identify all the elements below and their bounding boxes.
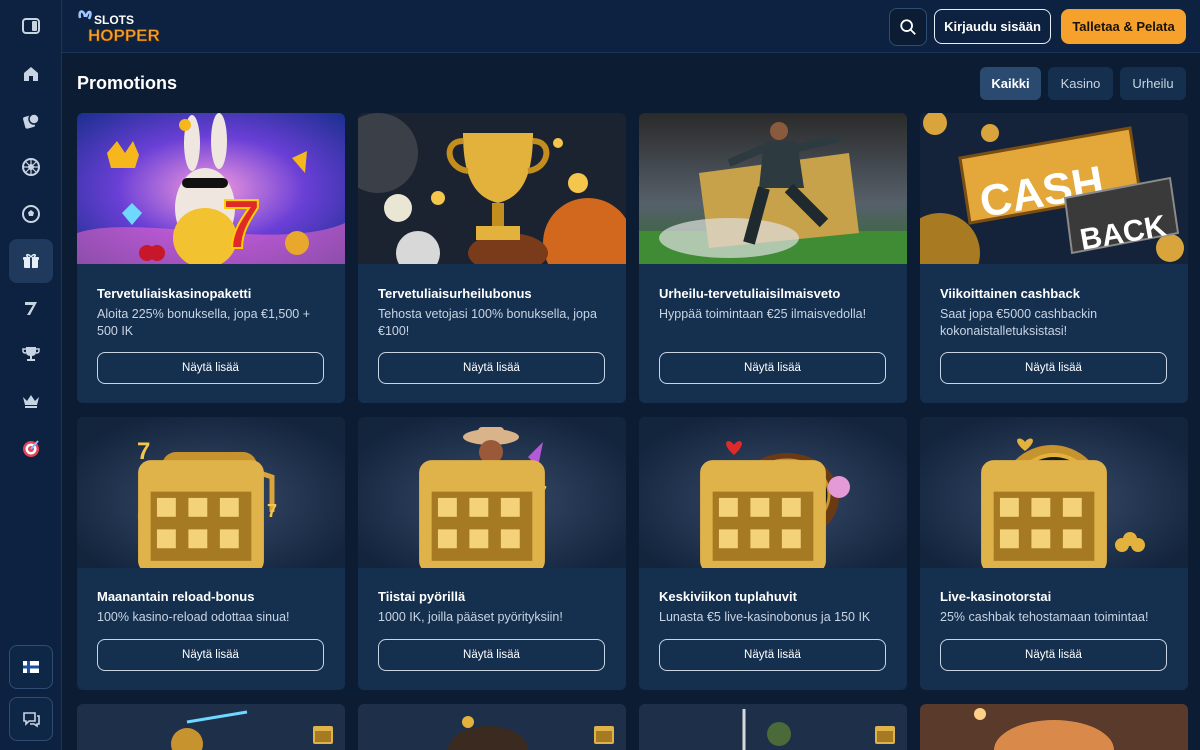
card-description: Aloita 225% bonuksella, jopa €1,500 + 50… (97, 307, 311, 338)
show-more-button[interactable]: Näytä lisää (659, 352, 886, 384)
target-icon[interactable] (9, 426, 53, 470)
finland-flag-icon[interactable] (9, 645, 53, 689)
roulette-icon[interactable] (9, 145, 53, 189)
show-more-button[interactable]: Näytä lisää (659, 639, 886, 671)
card-title: Tervetuliaisurheilubonus (378, 286, 532, 301)
promo-card[interactable]: 7 Tervetuliaiskasinopaketti Aloita 225% … (77, 113, 345, 403)
card-title: Maanantain reload-bonus (97, 589, 255, 604)
gift-icon[interactable] (9, 239, 53, 283)
promo-card-partial[interactable] (358, 704, 626, 750)
promo-image-partial (77, 704, 345, 750)
show-more-button[interactable]: Näytä lisää (378, 639, 605, 671)
slot-machine-image: 777 7 7 (77, 417, 345, 568)
trophy-icon[interactable] (9, 332, 53, 376)
promo-card[interactable]: Keskiviikon tuplahuvit Lunasta €5 live-k… (639, 417, 907, 690)
logo-bottom-text: HOPPER (88, 26, 160, 44)
show-more-button[interactable]: Näytä lisää (940, 639, 1167, 671)
promo-card-partial[interactable] (639, 704, 907, 750)
calendar-icon (138, 460, 264, 568)
promo-image-partial (639, 704, 907, 750)
filter-casino-button[interactable]: Kasino (1048, 67, 1113, 100)
calendar-icon (419, 460, 545, 568)
slotshopper-logo[interactable]: SLOTS HOPPER (76, 8, 172, 45)
card-title: Viikoittainen cashback (940, 286, 1080, 301)
promo-card[interactable]: Live-kasinotorstai 25% cashbak tehostama… (920, 417, 1188, 690)
card-description: 25% cashbak tehostamaan toimintaa! (940, 610, 1149, 624)
promo-card[interactable]: CASH BACK Viikoittainen cashback Saat jo… (920, 113, 1188, 403)
filter-all-button[interactable]: Kaikki (980, 67, 1041, 100)
home-icon[interactable] (9, 52, 53, 96)
calendar-icon (981, 460, 1107, 568)
login-button[interactable]: Kirjaudu sisään (934, 9, 1051, 44)
page-title: Promotions (77, 73, 178, 93)
card-title: Live-kasinotorstai (940, 589, 1052, 604)
card-title: Tiistai pyörillä (378, 589, 466, 604)
logo-top-text: SLOTS (94, 13, 134, 27)
calendar-icon (700, 460, 826, 568)
filter-sports-button[interactable]: Urheilu (1120, 67, 1186, 100)
search-icon (900, 19, 916, 35)
top-header: SLOTS HOPPER Kirjaudu sisään Talletaa & … (62, 0, 1200, 53)
promo-image-partial (358, 704, 626, 750)
cowboy-image: 7 7 (358, 417, 626, 568)
calendar-icon (875, 726, 895, 744)
card-description: 1000 IK, joilla pääset pyörityksiin! (378, 610, 563, 624)
chat-icon[interactable] (9, 697, 53, 741)
roulette-wheel-image (639, 417, 907, 568)
trophy-cup-image (358, 113, 626, 264)
card-title: Urheilu-tervetuliaisilmaisveto (659, 286, 841, 301)
calendar-icon (594, 726, 614, 744)
casino-chip-icon[interactable] (9, 99, 53, 143)
cashback-sign-image: CASH BACK (920, 113, 1188, 264)
promo-card[interactable]: Urheilu-tervetuliaisilmaisveto Hyppää to… (639, 113, 907, 403)
promo-card-partial[interactable] (77, 704, 345, 750)
deposit-play-button[interactable]: Talletaa & Pelata (1061, 9, 1186, 44)
promo-card[interactable]: 777 7 7 Maanantain reload-bonus 100% kas… (77, 417, 345, 690)
show-more-button[interactable]: Näytä lisää (378, 352, 605, 384)
football-player-image (639, 113, 907, 264)
show-more-button[interactable]: Näytä lisää (97, 352, 324, 384)
sidebar (0, 0, 62, 750)
show-more-button[interactable]: Näytä lisää (940, 352, 1167, 384)
card-description: Saat jopa €5000 cashbackin kokonaistalle… (940, 307, 1098, 338)
poker-chip-image (920, 417, 1188, 568)
sports-ball-icon[interactable] (9, 192, 53, 236)
promo-card-partial[interactable] (920, 704, 1188, 750)
calendar-icon (313, 726, 333, 744)
promo-image-partial (920, 704, 1188, 750)
svg-text:7: 7 (222, 185, 261, 263)
card-description: Tehosta vetojasi 100% bonuksella, jopa €… (378, 307, 597, 338)
lucky-seven-icon[interactable] (9, 286, 53, 330)
search-button[interactable] (889, 8, 927, 46)
rabbit-slot-image: 7 (77, 113, 345, 264)
card-description: Hyppää toimintaan €25 ilmaisvedolla! (659, 307, 867, 321)
card-title: Keskiviikon tuplahuvit (659, 589, 797, 604)
promo-card[interactable]: 7 7 Tiistai pyörillä 1000 IK, joilla pää… (358, 417, 626, 690)
crown-icon[interactable] (9, 379, 53, 423)
show-more-button[interactable]: Näytä lisää (97, 639, 324, 671)
toggle-sidebar-icon[interactable] (9, 4, 53, 48)
promo-card[interactable]: Tervetuliaisurheilubonus Tehosta vetojas… (358, 113, 626, 403)
card-description: 100% kasino-reload odottaa sinua! (97, 610, 290, 624)
card-title: Tervetuliaiskasinopaketti (97, 286, 252, 301)
card-description: Lunasta €5 live-kasinobonus ja 150 IK (659, 610, 871, 624)
